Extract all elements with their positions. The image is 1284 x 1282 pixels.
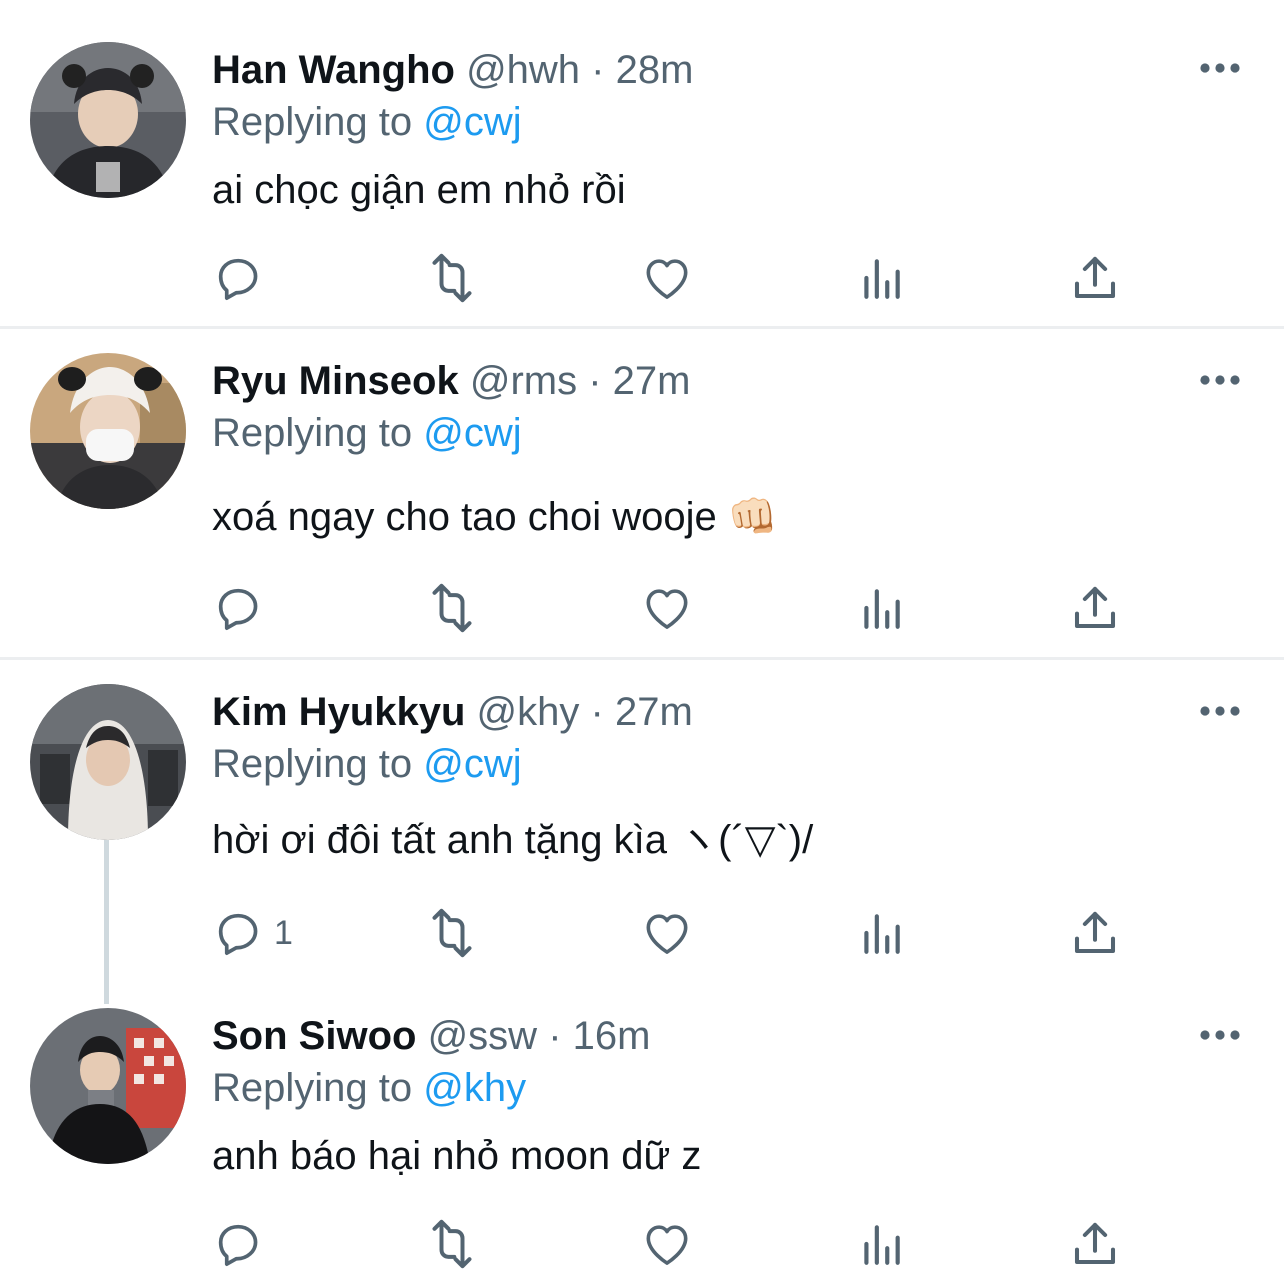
analytics-button[interactable] xyxy=(856,248,906,308)
upload-arrow-icon xyxy=(1068,906,1122,960)
heart-outline-icon xyxy=(640,581,694,635)
tweet-header: Kim Hyukkyu @khy · 27m xyxy=(212,688,693,736)
reply-button[interactable] xyxy=(212,1214,274,1274)
like-button[interactable] xyxy=(640,578,694,638)
speech-bubble-icon xyxy=(212,1218,264,1270)
speech-bubble-icon xyxy=(212,582,264,634)
retweet-button[interactable] xyxy=(424,1214,480,1274)
user-handle[interactable]: @ssw xyxy=(428,1014,538,1058)
display-name[interactable]: Han Wangho xyxy=(212,48,455,92)
retweet-arrows-icon xyxy=(424,580,480,636)
tweet-header: Son Siwoo @ssw · 16m xyxy=(212,1012,650,1060)
replying-to: Replying to @khy xyxy=(212,1064,526,1112)
action-bar: 1 xyxy=(0,903,1284,963)
timestamp[interactable]: 16m xyxy=(573,1014,651,1058)
mention-link[interactable]: @cwj xyxy=(423,100,521,144)
separator-dot: · xyxy=(588,359,602,403)
reply-button[interactable] xyxy=(212,578,274,638)
reply-button[interactable]: 1 xyxy=(212,903,293,963)
share-button[interactable] xyxy=(1068,578,1122,638)
avatar[interactable] xyxy=(30,353,186,509)
user-handle[interactable]: @khy xyxy=(477,690,580,734)
upload-arrow-icon xyxy=(1068,581,1122,635)
avatar[interactable] xyxy=(30,684,186,840)
like-button[interactable] xyxy=(640,903,694,963)
like-button[interactable] xyxy=(640,248,694,308)
separator-dot: · xyxy=(590,690,604,734)
heart-outline-icon xyxy=(640,1217,694,1271)
reply-count: 1 xyxy=(274,913,293,952)
more-dots-icon[interactable] xyxy=(1198,58,1242,78)
separator-dot: · xyxy=(548,1014,562,1058)
tweet-text: anh báo hại nhỏ moon dữ z xyxy=(212,1134,702,1178)
reply-button[interactable] xyxy=(212,248,274,308)
analytics-button[interactable] xyxy=(856,578,906,638)
display-name[interactable]: Kim Hyukkyu xyxy=(212,690,465,734)
tweet-text: xoá ngay cho tao choi wooje 👊🏻 xyxy=(212,495,778,539)
tweet-text: hời ơi đôi tất anh tặng kìa ヽ(´▽`)/ xyxy=(212,818,814,862)
tweet[interactable]: Son Siwoo @ssw · 16m Replying to @khy an… xyxy=(0,990,1284,1282)
analytics-button[interactable] xyxy=(856,1214,906,1274)
heart-outline-icon xyxy=(640,906,694,960)
replying-to-label: Replying to xyxy=(212,742,413,786)
tweet[interactable]: Ryu Minseok @rms · 27m Replying to @cwj … xyxy=(0,329,1284,657)
speech-bubble-icon xyxy=(212,252,264,304)
tweet-header: Han Wangho @hwh · 28m xyxy=(212,46,693,94)
bar-chart-icon xyxy=(856,583,906,633)
mention-link[interactable]: @khy xyxy=(423,1066,526,1110)
avatar[interactable] xyxy=(30,42,186,198)
upload-arrow-icon xyxy=(1068,1217,1122,1271)
more-dots-icon[interactable] xyxy=(1198,370,1242,390)
tweet[interactable]: Kim Hyukkyu @khy · 27m Replying to @cwj … xyxy=(0,660,1284,990)
retweet-arrows-icon xyxy=(424,250,480,306)
user-handle[interactable]: @hwh xyxy=(466,48,580,92)
retweet-button[interactable] xyxy=(424,903,480,963)
mention-link[interactable]: @cwj xyxy=(423,411,521,455)
share-button[interactable] xyxy=(1068,248,1122,308)
timestamp[interactable]: 27m xyxy=(613,359,691,403)
action-bar xyxy=(0,248,1284,308)
share-button[interactable] xyxy=(1068,903,1122,963)
heart-outline-icon xyxy=(640,251,694,305)
replying-to: Replying to @cwj xyxy=(212,409,522,457)
replying-to: Replying to @cwj xyxy=(212,98,522,146)
separator-dot: · xyxy=(591,48,605,92)
timestamp[interactable]: 28m xyxy=(616,48,694,92)
retweet-button[interactable] xyxy=(424,578,480,638)
display-name[interactable]: Son Siwoo xyxy=(212,1014,416,1058)
mention-link[interactable]: @cwj xyxy=(423,742,521,786)
timestamp[interactable]: 27m xyxy=(615,690,693,734)
tweet-text: ai chọc giận em nhỏ rồi xyxy=(212,168,626,212)
analytics-button[interactable] xyxy=(856,903,906,963)
display-name[interactable]: Ryu Minseok xyxy=(212,359,459,403)
action-bar xyxy=(0,578,1284,638)
action-bar xyxy=(0,1214,1284,1274)
retweet-button[interactable] xyxy=(424,248,480,308)
like-button[interactable] xyxy=(640,1214,694,1274)
tweet-header: Ryu Minseok @rms · 27m xyxy=(212,357,690,405)
replying-to-label: Replying to xyxy=(212,100,413,144)
replying-to-label: Replying to xyxy=(212,411,413,455)
user-handle[interactable]: @rms xyxy=(470,359,577,403)
more-dots-icon[interactable] xyxy=(1198,701,1242,721)
speech-bubble-icon xyxy=(212,907,264,959)
replying-to: Replying to @cwj xyxy=(212,740,522,788)
avatar[interactable] xyxy=(30,1008,186,1164)
tweet[interactable]: Han Wangho @hwh · 28m Replying to @cwj a… xyxy=(0,0,1284,326)
upload-arrow-icon xyxy=(1068,251,1122,305)
bar-chart-icon xyxy=(856,908,906,958)
bar-chart-icon xyxy=(856,253,906,303)
retweet-arrows-icon xyxy=(424,1216,480,1272)
bar-chart-icon xyxy=(856,1219,906,1269)
retweet-arrows-icon xyxy=(424,905,480,961)
share-button[interactable] xyxy=(1068,1214,1122,1274)
more-dots-icon[interactable] xyxy=(1198,1025,1242,1045)
replying-to-label: Replying to xyxy=(212,1066,413,1110)
